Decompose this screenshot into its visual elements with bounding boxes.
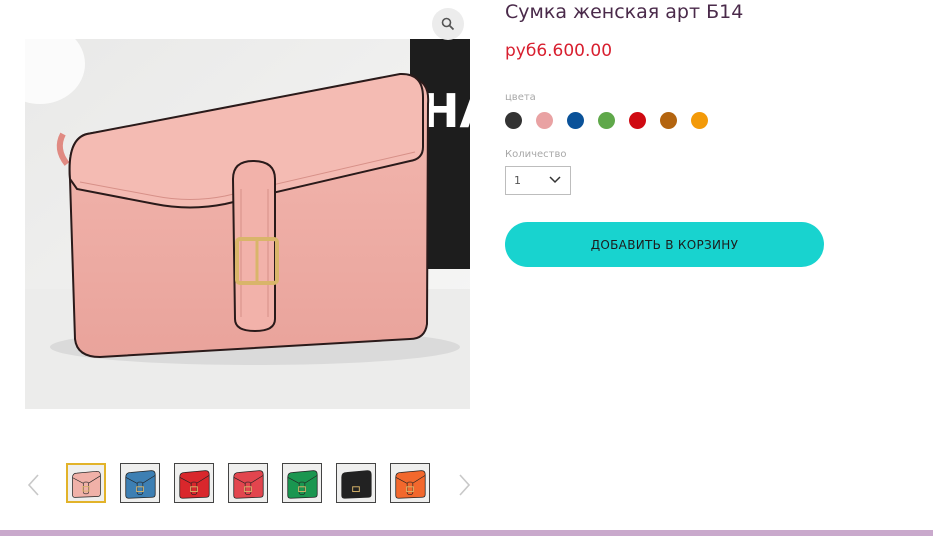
- color-swatch-red[interactable]: [629, 112, 646, 129]
- color-swatch-black[interactable]: [505, 112, 522, 129]
- chevron-left-icon: [27, 474, 39, 496]
- thumbnail-coral[interactable]: [228, 463, 268, 503]
- colors-label: цвета: [505, 92, 536, 103]
- zoom-button[interactable]: [432, 8, 464, 40]
- product-main-image[interactable]: HA: [25, 39, 470, 409]
- thumbnail-pink[interactable]: [66, 463, 106, 503]
- quantity-label: Количество: [505, 149, 567, 160]
- color-swatch-green[interactable]: [598, 112, 615, 129]
- thumbnails-next-button[interactable]: [454, 473, 474, 497]
- color-swatch-brown[interactable]: [660, 112, 677, 129]
- thumbnail-bag-image: [229, 464, 267, 502]
- thumbnail-red[interactable]: [174, 463, 214, 503]
- thumbnail-orange[interactable]: [390, 463, 430, 503]
- handbag-photo: HA: [25, 39, 470, 409]
- thumbnail-bag-image: [391, 464, 429, 502]
- color-swatch-orange[interactable]: [691, 112, 708, 129]
- color-swatch-list: [505, 112, 722, 129]
- product-title: Сумка женская арт Б14: [505, 1, 744, 23]
- color-swatch-blue[interactable]: [567, 112, 584, 129]
- thumbnails-prev-button[interactable]: [24, 473, 44, 497]
- chevron-right-icon: [459, 474, 471, 496]
- thumbnail-bag-image: [337, 464, 375, 502]
- quantity-value: 1: [514, 174, 521, 187]
- chevron-down-icon: [549, 176, 561, 184]
- magnifier-icon: [441, 17, 455, 31]
- thumbnail-bag-image: [68, 465, 104, 501]
- thumbnail-bag-image: [121, 464, 159, 502]
- thumbnail-black[interactable]: [336, 463, 376, 503]
- thumbnail-blue[interactable]: [120, 463, 160, 503]
- thumbnail-bag-image: [175, 464, 213, 502]
- thumbnail-bag-image: [283, 464, 321, 502]
- quantity-select[interactable]: 1: [505, 166, 571, 195]
- add-to-cart-button[interactable]: ДОБАВИТЬ В КОРЗИНУ: [505, 222, 824, 267]
- color-swatch-pink[interactable]: [536, 112, 553, 129]
- product-price: руб6.600.00: [505, 41, 613, 61]
- footer-bar: [0, 530, 933, 536]
- thumbnail-green[interactable]: [282, 463, 322, 503]
